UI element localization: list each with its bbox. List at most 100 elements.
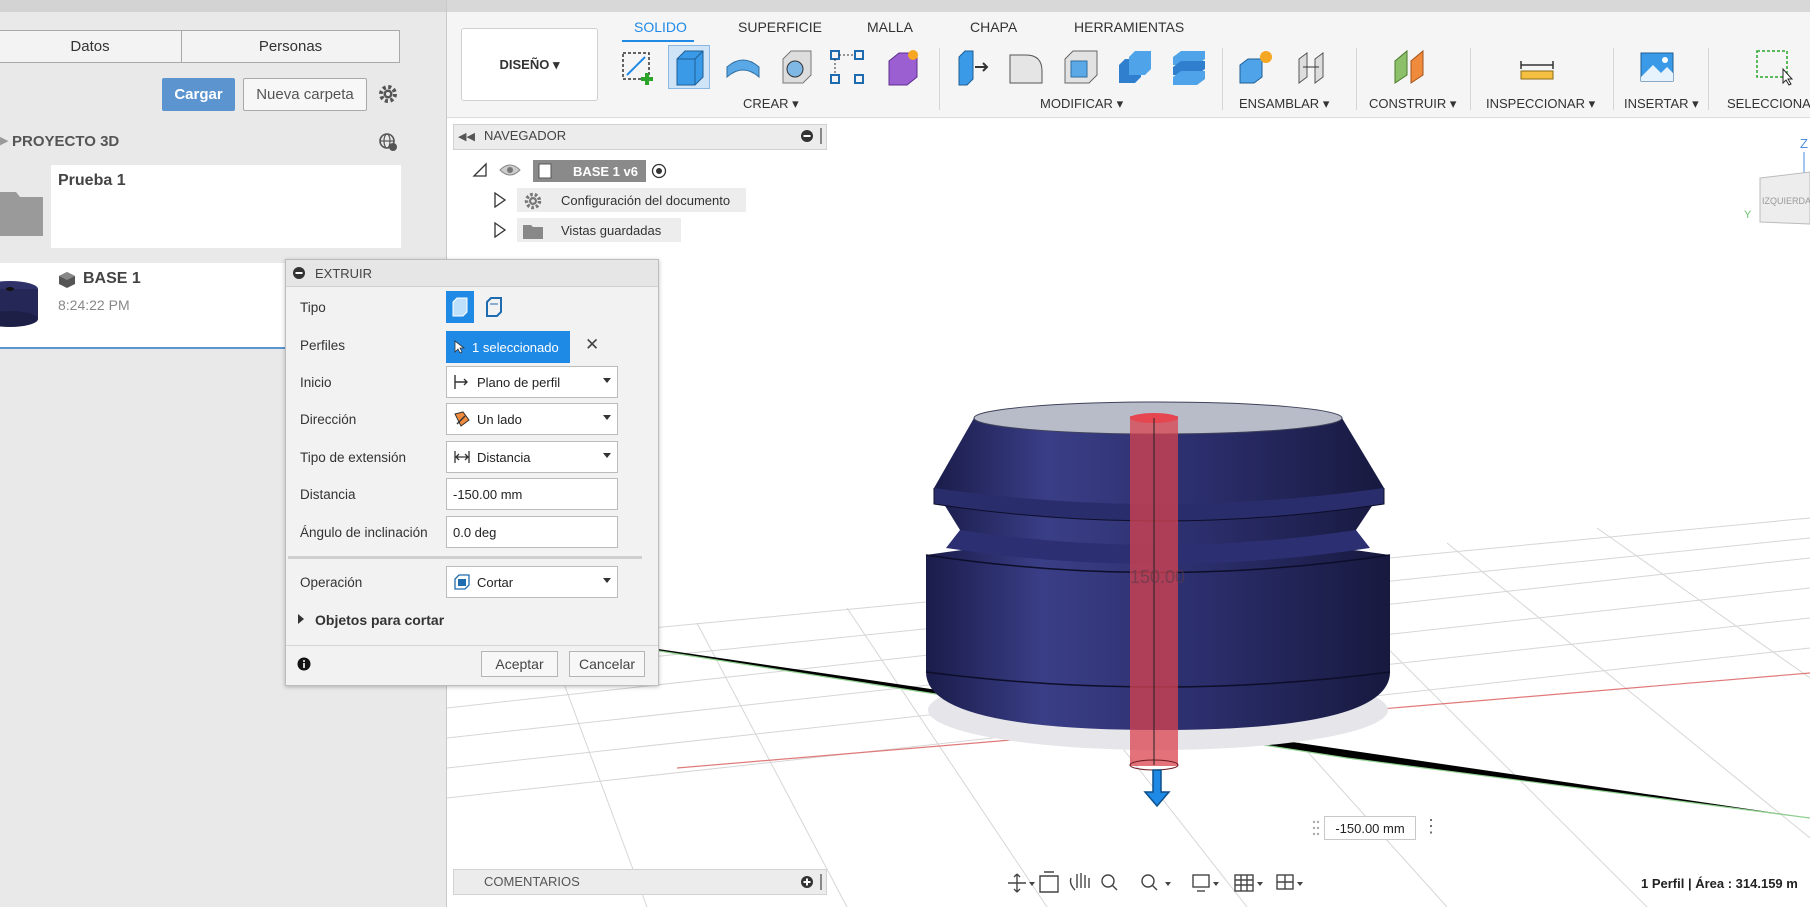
start-select[interactable]: Plano de perfil xyxy=(446,366,618,398)
minus-circle-icon[interactable] xyxy=(292,266,306,280)
cursor-icon xyxy=(454,340,466,354)
group-seleccionar[interactable]: SELECCIONAR xyxy=(1727,96,1810,111)
revolve-icon[interactable] xyxy=(722,45,764,89)
joint-icon[interactable] xyxy=(1292,45,1334,89)
objects-to-cut-section[interactable]: Objetos para cortar xyxy=(315,612,444,628)
group-ensamblar[interactable]: ENSAMBLAR ▾ xyxy=(1239,96,1329,112)
gear-icon[interactable] xyxy=(377,83,399,105)
tab-datos[interactable]: Datos xyxy=(0,30,182,63)
cancel-button[interactable]: Cancelar xyxy=(569,651,645,677)
active-tab-indicator xyxy=(622,40,694,42)
close-icon[interactable]: ✕ xyxy=(585,335,599,355)
label-profiles: Perfiles xyxy=(300,338,346,353)
panel-resize-handle[interactable] xyxy=(820,128,822,144)
label-start: Inicio xyxy=(300,375,332,390)
group-inspeccionar[interactable]: INSPECCIONAR ▾ xyxy=(1486,96,1595,112)
select-box-icon[interactable] xyxy=(1752,45,1794,89)
expand-triangle-icon[interactable] xyxy=(493,192,507,208)
tab-malla[interactable]: MALLA xyxy=(867,19,913,35)
tab-herramientas[interactable]: HERRAMIENTAS xyxy=(1074,19,1184,35)
distance-input[interactable]: -150.00 mm xyxy=(1324,816,1416,840)
measure-icon[interactable] xyxy=(1516,45,1558,89)
extrude-thin-icon[interactable] xyxy=(480,291,508,323)
label-type: Tipo xyxy=(300,300,326,315)
operation-select[interactable]: Cortar xyxy=(446,566,618,598)
expand-triangle-icon[interactable] xyxy=(493,222,507,238)
offset-face-icon[interactable] xyxy=(1168,45,1210,89)
design-thumbnail xyxy=(0,277,40,337)
base-model[interactable] xyxy=(900,380,1420,820)
minus-circle-icon[interactable] xyxy=(800,129,814,143)
more-options-icon[interactable]: ⋮ xyxy=(1422,816,1440,837)
ok-button[interactable]: Aceptar xyxy=(481,651,558,677)
eye-icon[interactable] xyxy=(499,163,521,177)
cut-icon xyxy=(453,573,471,591)
shell-icon[interactable] xyxy=(1060,45,1102,89)
tab-personas[interactable]: Personas xyxy=(181,30,400,63)
expand-triangle-icon[interactable] xyxy=(298,614,304,624)
globe-icon[interactable] xyxy=(377,131,399,153)
distance-field[interactable]: -150.00 mm xyxy=(446,478,618,510)
info-icon[interactable] xyxy=(297,657,311,671)
extrude-arrow-icon[interactable] xyxy=(1142,768,1172,810)
press-pull-icon[interactable] xyxy=(950,45,992,89)
viewcube[interactable]: Z Y IZQUIERDA xyxy=(1740,138,1810,228)
direction-select[interactable]: Un lado xyxy=(446,403,618,435)
chevron-right-icon[interactable]: ▶ xyxy=(0,134,8,147)
collapse-left-icon[interactable]: ◀◀ xyxy=(458,130,475,143)
project-name[interactable]: PROYECTO 3D xyxy=(12,133,119,150)
tab-chapa[interactable]: CHAPA xyxy=(970,19,1017,35)
drag-handle-icon[interactable] xyxy=(1311,816,1321,840)
folder-name[interactable]: Prueba 1 xyxy=(58,172,126,190)
pattern-icon[interactable] xyxy=(826,45,868,89)
panel-resize-handle[interactable] xyxy=(820,874,822,890)
new-component-icon[interactable] xyxy=(1235,45,1277,89)
profile-plane-icon xyxy=(453,373,471,391)
chevron-down-icon xyxy=(603,453,611,458)
combine-icon[interactable] xyxy=(1114,45,1156,89)
hole-icon[interactable] xyxy=(776,45,818,89)
insert-image-icon[interactable] xyxy=(1636,45,1678,89)
collapse-triangle-icon[interactable] xyxy=(472,162,488,178)
axis-z-label: Z xyxy=(1800,138,1808,151)
group-crear-label: CREAR xyxy=(743,96,789,111)
tab-superficie[interactable]: SUPERFICIE xyxy=(738,19,822,35)
folder-icon xyxy=(523,223,543,239)
group-modificar[interactable]: MODIFICAR ▾ xyxy=(1040,96,1123,112)
create-sketch-icon[interactable] xyxy=(618,45,660,89)
extent-type-value: Distancia xyxy=(477,449,531,465)
plus-circle-icon[interactable] xyxy=(800,875,814,889)
fillet-icon[interactable] xyxy=(1005,45,1047,89)
label-operation: Operación xyxy=(300,575,363,590)
profile-selection-label: 1 seleccionado xyxy=(472,339,559,355)
label-direction: Dirección xyxy=(300,412,357,427)
navigator-item-vistas[interactable]: Vistas guardadas xyxy=(561,223,661,238)
extrude-solid-icon[interactable] xyxy=(446,291,474,323)
target-icon[interactable] xyxy=(651,163,667,179)
tab-solido[interactable]: SOLIDO xyxy=(634,19,687,35)
extrude-icon[interactable] xyxy=(668,45,710,89)
upload-button[interactable]: Cargar xyxy=(162,78,235,111)
navigator-item-config[interactable]: Configuración del documento xyxy=(561,193,730,208)
group-construir[interactable]: CONSTRUIR ▾ xyxy=(1369,96,1456,112)
workspace-switcher[interactable]: DISEÑO ▾ xyxy=(461,28,598,101)
direction-value: Un lado xyxy=(477,411,522,427)
new-folder-button[interactable]: Nueva carpeta xyxy=(243,78,367,111)
label-taper: Ángulo de inclinación xyxy=(300,525,428,540)
group-crear[interactable]: CREAR ▾ xyxy=(743,96,799,112)
taper-angle-field[interactable]: 0.0 deg xyxy=(446,516,618,548)
chevron-down-icon xyxy=(603,578,611,583)
folder-icon xyxy=(0,170,44,236)
group-seleccionar-label: SELECCIONAR xyxy=(1727,96,1810,111)
distance-icon xyxy=(453,448,471,466)
group-insertar-label: INSERTAR xyxy=(1624,96,1689,111)
create-form-icon[interactable] xyxy=(882,45,924,89)
group-insertar[interactable]: INSERTAR ▾ xyxy=(1624,96,1699,112)
profile-selection[interactable]: 1 seleccionado xyxy=(446,331,570,363)
design-name[interactable]: BASE 1 xyxy=(83,270,141,288)
extent-type-select[interactable]: Distancia xyxy=(446,441,618,473)
navigator-root-label: BASE 1 v6 xyxy=(572,163,638,179)
offset-plane-icon[interactable] xyxy=(1390,45,1432,89)
design-cube-icon xyxy=(58,271,76,289)
workspace-label: DISEÑO xyxy=(499,57,550,72)
